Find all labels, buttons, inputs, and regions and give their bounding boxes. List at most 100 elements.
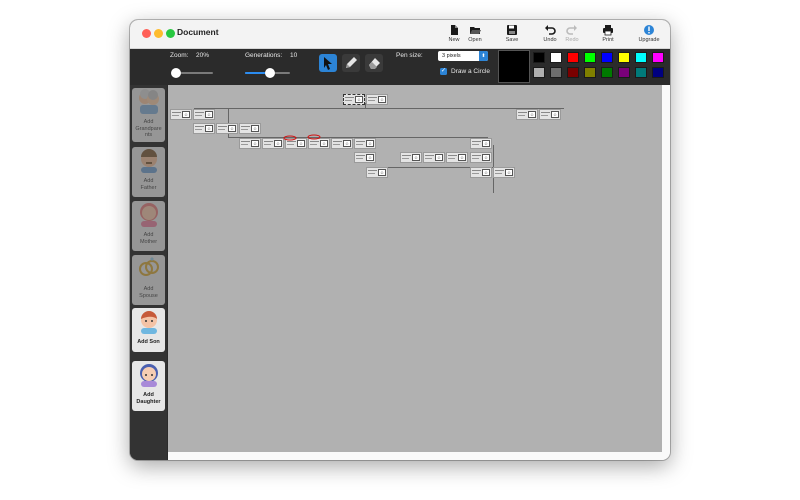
color-swatch[interactable] bbox=[635, 52, 647, 63]
upgrade-button[interactable]: Upgrade bbox=[634, 24, 664, 48]
open-button[interactable]: Open bbox=[460, 24, 490, 48]
mother-icon bbox=[139, 203, 158, 227]
zoom-slider-knob[interactable] bbox=[171, 68, 181, 78]
add-daughter-button[interactable]: Add Daughter bbox=[132, 361, 165, 411]
grandparents-icon bbox=[138, 89, 159, 114]
add-father-button[interactable]: Add Father bbox=[132, 147, 165, 197]
father-icon bbox=[140, 149, 157, 173]
add-spouse-line2: Spouse bbox=[139, 292, 158, 299]
drawn-circle-annotation bbox=[283, 134, 321, 141]
canvas-margin-right bbox=[662, 85, 670, 460]
person-node[interactable]: ☺ bbox=[170, 109, 192, 120]
generations-label: Generations: bbox=[245, 52, 283, 59]
save-label: Save bbox=[505, 37, 519, 43]
person-node[interactable]: ☺ bbox=[193, 123, 215, 134]
color-swatch[interactable] bbox=[618, 52, 630, 63]
person-node[interactable]: ☺ bbox=[354, 152, 376, 163]
save-button[interactable]: Save bbox=[497, 24, 527, 48]
person-node[interactable]: ☺ bbox=[470, 167, 492, 178]
zoom-value: 20% bbox=[196, 52, 210, 59]
minimize-window-button[interactable] bbox=[154, 29, 163, 38]
color-swatch[interactable] bbox=[635, 67, 647, 78]
generations-value: 10 bbox=[290, 52, 298, 59]
color-swatch[interactable] bbox=[618, 67, 630, 78]
person-node-selected[interactable]: ☺ bbox=[343, 94, 365, 105]
person-node[interactable]: ☺ bbox=[400, 152, 422, 163]
open-label: Open bbox=[468, 37, 482, 43]
add-mother-line2: Mother bbox=[139, 238, 158, 245]
person-node[interactable]: ☺ bbox=[446, 152, 468, 163]
eraser-icon bbox=[369, 58, 380, 69]
pen-size-value: 3 pixels bbox=[442, 52, 461, 59]
canvas-margin-bottom bbox=[168, 452, 670, 460]
pencil-icon bbox=[346, 57, 357, 68]
color-swatch[interactable] bbox=[533, 67, 545, 78]
color-swatch[interactable] bbox=[652, 52, 664, 63]
person-node[interactable]: ☺ bbox=[366, 94, 388, 105]
color-swatch[interactable] bbox=[567, 67, 579, 78]
print-button[interactable]: Print bbox=[593, 24, 623, 48]
person-node[interactable]: ☺ bbox=[239, 123, 261, 134]
tree-connector bbox=[194, 108, 564, 109]
upgrade-label: Upgrade bbox=[638, 37, 660, 43]
add-grandparents-button[interactable]: Add Grandpare nts bbox=[132, 88, 165, 142]
pen-size-select[interactable]: 3 pixels ⬍ bbox=[438, 51, 488, 61]
person-node[interactable]: ☺ bbox=[216, 123, 238, 134]
color-swatch[interactable] bbox=[652, 67, 664, 78]
pen-size-label: Pen size: bbox=[396, 52, 423, 59]
redo-button[interactable]: Redo bbox=[557, 24, 587, 48]
person-node[interactable]: ☺ bbox=[493, 167, 515, 178]
person-node[interactable]: ☺ bbox=[423, 152, 445, 163]
add-son-line1: Add Son bbox=[137, 339, 160, 345]
color-swatch[interactable] bbox=[550, 52, 562, 63]
person-node[interactable]: ☺ bbox=[366, 167, 388, 178]
title-bar: Document New Open Save Undo Redo Print U… bbox=[130, 20, 670, 49]
close-window-button[interactable] bbox=[142, 29, 151, 38]
zoom-window-button[interactable] bbox=[166, 29, 175, 38]
person-node[interactable]: ☺ bbox=[470, 152, 492, 163]
add-spouse-button[interactable]: Add Spouse bbox=[132, 255, 165, 305]
daughter-icon bbox=[139, 364, 158, 387]
color-swatch[interactable] bbox=[601, 52, 613, 63]
person-node[interactable]: ☺ bbox=[354, 138, 376, 149]
pointer-tool-button[interactable] bbox=[319, 54, 337, 72]
add-grandparents-line3: nts bbox=[144, 132, 153, 138]
person-node[interactable]: ☺ bbox=[516, 109, 538, 120]
add-mother-button[interactable]: Add Mother bbox=[132, 201, 165, 251]
redo-label: Redo bbox=[565, 37, 579, 43]
color-swatch[interactable] bbox=[601, 67, 613, 78]
redo-icon bbox=[566, 25, 577, 35]
window-title: Document bbox=[177, 27, 219, 37]
family-tree-canvas[interactable]: ☺ ☺ ☺ ☺ ☺ ☺ ☺ ☺ ☺ ☺ ☺ ☺ ☺ ☺ ☺ ☺ ☺ ☺ ☺ ☺ … bbox=[168, 85, 662, 452]
sidebar: Add Grandpare nts Add Father Add Mother bbox=[130, 85, 167, 460]
person-node[interactable]: ☺ bbox=[193, 109, 215, 120]
exclamation-badge-icon bbox=[644, 25, 654, 35]
person-node[interactable]: ☺ bbox=[262, 138, 284, 149]
color-swatch[interactable] bbox=[550, 67, 562, 78]
print-label: Print bbox=[602, 37, 614, 43]
floppy-disk-icon bbox=[507, 25, 517, 35]
color-swatch[interactable] bbox=[584, 52, 596, 63]
new-document-icon bbox=[451, 25, 458, 35]
app-window: Document New Open Save Undo Redo Print U… bbox=[130, 20, 670, 460]
printer-icon bbox=[603, 25, 613, 36]
son-icon bbox=[140, 311, 157, 334]
add-son-button[interactable]: Add Son bbox=[132, 308, 165, 352]
pen-tool-button[interactable] bbox=[342, 54, 360, 72]
color-swatch[interactable] bbox=[567, 52, 579, 63]
draw-circle-checkbox[interactable]: ✓ bbox=[440, 68, 447, 75]
eraser-tool-button[interactable] bbox=[365, 54, 383, 72]
add-father-line2: Father bbox=[140, 184, 157, 191]
color-swatch[interactable] bbox=[533, 52, 545, 63]
generations-slider-knob[interactable] bbox=[264, 68, 275, 78]
add-daughter-line2: Daughter bbox=[136, 398, 161, 405]
draw-circle-label: Draw a Circle bbox=[451, 68, 491, 75]
person-node[interactable]: ☺ bbox=[470, 138, 492, 149]
person-node[interactable]: ☺ bbox=[239, 138, 261, 149]
folder-icon bbox=[470, 27, 481, 34]
undo-icon bbox=[545, 25, 556, 35]
person-node[interactable]: ☺ bbox=[539, 109, 561, 120]
color-swatch[interactable] bbox=[584, 67, 596, 78]
zoom-label: Zoom: bbox=[170, 52, 189, 59]
current-color-well[interactable] bbox=[498, 50, 530, 83]
